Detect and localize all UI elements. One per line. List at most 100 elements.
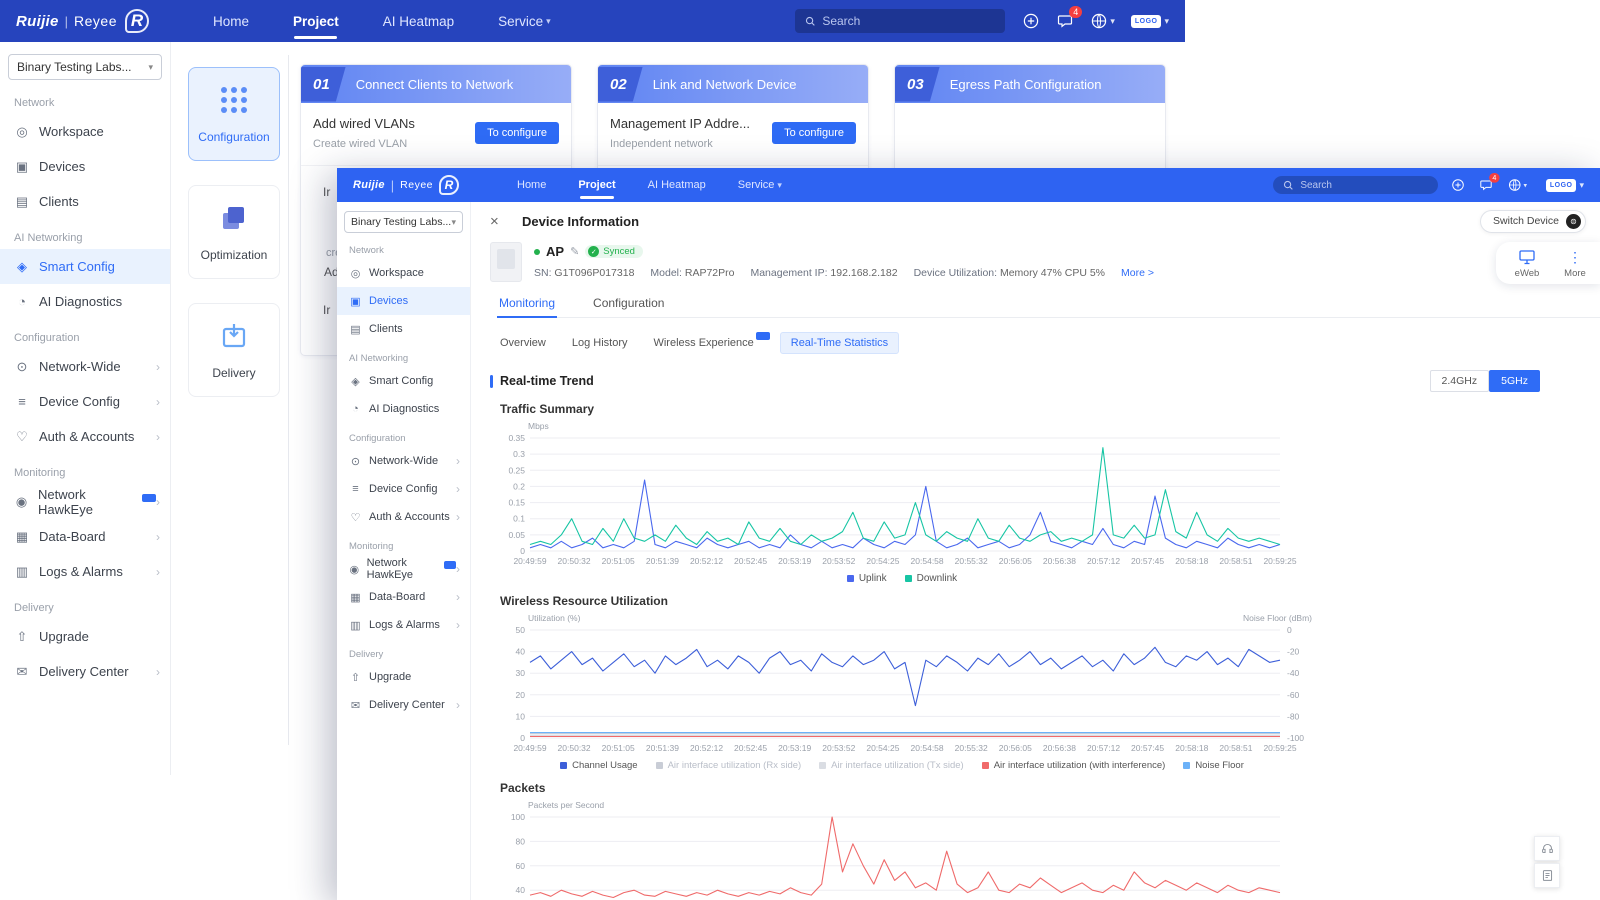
to-configure-button[interactable]: To configure bbox=[475, 122, 559, 144]
stage-configuration[interactable]: Configuration bbox=[188, 67, 280, 161]
sidebar-item-clients[interactable]: ▤ Clients bbox=[0, 184, 170, 219]
add-button[interactable] bbox=[1452, 179, 1465, 192]
sidebar-item-auth-accounts[interactable]: ♡ Auth & Accounts › bbox=[0, 419, 170, 454]
card-number: 02 bbox=[598, 66, 643, 102]
devices-icon: ▣ bbox=[350, 295, 361, 308]
messages-button[interactable]: 4 bbox=[1057, 6, 1083, 29]
subtab-real-time-statistics[interactable]: Real-Time Statistics bbox=[779, 332, 900, 354]
feedback-button[interactable] bbox=[1534, 863, 1560, 888]
sidebar-item-smart-config[interactable]: ◈ Smart Config bbox=[0, 249, 170, 284]
close-icon[interactable]: × bbox=[490, 213, 510, 230]
sidebar-item-workspace[interactable]: ◎ Workspace bbox=[0, 114, 170, 149]
tab-monitoring[interactable]: Monitoring bbox=[497, 292, 558, 318]
sidebar-item-devices[interactable]: ▣ Devices bbox=[0, 149, 170, 184]
sidebar-item-devices[interactable]: ▣ Devices bbox=[337, 287, 470, 315]
nav-item-service[interactable]: Service ▾ bbox=[476, 0, 573, 42]
sidebar-item-network-wide[interactable]: ⊙ Network-Wide › bbox=[337, 447, 470, 475]
legend-air-interface-utilization-with-interference[interactable]: Air interface utilization (with interfer… bbox=[981, 760, 1165, 771]
svg-text:20:53:52: 20:53:52 bbox=[822, 556, 855, 566]
sidebar-item-upgrade[interactable]: ⇧ Upgrade bbox=[0, 619, 170, 654]
sidebar-item-workspace[interactable]: ◎ Workspace bbox=[337, 259, 470, 287]
device-actions-panel: eWeb ⋮ More bbox=[1496, 242, 1600, 284]
sidebar-item-logs-alarms[interactable]: ▥ Logs & Alarms › bbox=[0, 554, 170, 589]
sidebar-item-network-hawkeye[interactable]: ◉ Network HawkEye › bbox=[337, 555, 470, 583]
nav-item-ai-heatmap[interactable]: AI Heatmap bbox=[632, 168, 722, 202]
legend-air-interface-utilization-rx-side[interactable]: Air interface utilization (Rx side) bbox=[655, 760, 801, 771]
legend-downlink[interactable]: Downlink bbox=[904, 573, 957, 584]
edit-icon[interactable]: ✎ bbox=[570, 245, 579, 258]
sidebar-group-label: Monitoring bbox=[349, 541, 394, 552]
search-input[interactable]: Search bbox=[795, 9, 1006, 33]
subtab-wireless-experience[interactable]: Wireless Experience bbox=[653, 332, 770, 349]
more-link[interactable]: More > bbox=[1121, 267, 1154, 279]
wireless-resource-legend: Channel Usage Air interface utilization (… bbox=[492, 760, 1312, 771]
synced-badge: ✓ Synced bbox=[585, 245, 643, 258]
svg-text:40: 40 bbox=[516, 885, 526, 895]
sidebar-item-smart-config[interactable]: ◈ Smart Config bbox=[337, 367, 470, 395]
search-icon bbox=[1284, 180, 1294, 190]
svg-text:20:52:45: 20:52:45 bbox=[734, 743, 767, 753]
chevron-down-icon: ▾ bbox=[1110, 15, 1115, 26]
chevron-down-icon: ▾ bbox=[451, 216, 456, 227]
language-button[interactable]: ▾ bbox=[1509, 179, 1527, 192]
org-selector[interactable]: Binary Testing Labs... ▾ bbox=[344, 211, 463, 233]
eweb-button[interactable]: eWeb bbox=[1512, 249, 1542, 279]
tab-configuration[interactable]: Configuration bbox=[591, 292, 666, 317]
sidebar-item-logs-alarms[interactable]: ▥ Logs & Alarms › bbox=[337, 611, 470, 639]
legend-air-interface-utilization-tx-side[interactable]: Air interface utilization (Tx side) bbox=[819, 760, 964, 771]
chevron-right-icon: › bbox=[456, 618, 460, 632]
stage-delivery[interactable]: Delivery bbox=[188, 303, 280, 397]
nav-item-home[interactable]: Home bbox=[191, 0, 271, 42]
sidebar-item-data-board[interactable]: ▦ Data-Board › bbox=[337, 583, 470, 611]
nav-item-service[interactable]: Service ▾ bbox=[722, 168, 798, 202]
account-avatar[interactable]: LOGO ▾ bbox=[1130, 14, 1169, 28]
sidebar-group-label: Configuration bbox=[14, 332, 80, 344]
clients-icon: ▤ bbox=[15, 193, 29, 209]
add-button[interactable] bbox=[1023, 13, 1039, 29]
smart-config-icon: ◈ bbox=[351, 375, 360, 388]
chevron-down-icon: ▾ bbox=[546, 15, 551, 26]
sidebar-item-ai-diagnostics[interactable]: ◔ AI Diagnostics bbox=[0, 284, 170, 319]
add-circle-icon bbox=[1452, 179, 1465, 191]
band-5ghz[interactable]: 5GHz bbox=[1489, 370, 1540, 392]
support-chat-button[interactable] bbox=[1534, 836, 1560, 861]
search-input[interactable]: Search bbox=[1273, 176, 1439, 194]
svg-text:20:53:52: 20:53:52 bbox=[822, 743, 855, 753]
sidebar-item-device-config[interactable]: ≡ Device Config › bbox=[0, 384, 170, 419]
legend-uplink[interactable]: Uplink bbox=[846, 573, 887, 584]
sidebar-item-data-board[interactable]: ▦ Data-Board › bbox=[0, 519, 170, 554]
sidebar-item-auth-accounts[interactable]: ♡ Auth & Accounts › bbox=[337, 503, 470, 531]
messages-button[interactable]: 4 bbox=[1480, 173, 1500, 192]
nav-item-project[interactable]: Project bbox=[271, 0, 361, 42]
subtab-overview[interactable]: Overview bbox=[500, 337, 546, 349]
sidebar-item-device-config[interactable]: ≡ Device Config › bbox=[337, 475, 470, 503]
sidebar-item-clients[interactable]: ▤ Clients bbox=[337, 315, 470, 343]
stage-optimization[interactable]: Optimization bbox=[188, 185, 280, 279]
to-configure-button[interactable]: To configure bbox=[772, 122, 856, 144]
device-config-icon: ≡ bbox=[18, 394, 26, 409]
band-2-4ghz[interactable]: 2.4GHz bbox=[1429, 370, 1490, 392]
account-avatar[interactable]: LOGO ▾ bbox=[1545, 178, 1584, 192]
card-title: Connect Clients to Network bbox=[355, 76, 514, 92]
sidebar-item-delivery-center[interactable]: ✉ Delivery Center › bbox=[0, 654, 170, 689]
nav-item-project[interactable]: Project bbox=[562, 168, 631, 202]
svg-text:-100: -100 bbox=[1287, 733, 1304, 743]
subtab-log-history[interactable]: Log History bbox=[572, 337, 628, 349]
svg-text:20:50:32: 20:50:32 bbox=[558, 743, 591, 753]
sidebar-item-network-hawkeye[interactable]: ◉ Network HawkEye › bbox=[0, 484, 170, 519]
sidebar-item-upgrade[interactable]: ⇧ Upgrade bbox=[337, 663, 470, 691]
org-selector[interactable]: Binary Testing Labs... ▾ bbox=[8, 54, 162, 80]
language-button[interactable]: ▾ bbox=[1091, 13, 1115, 29]
device-fields: SN: G1T096P017318 Model: RAP72Pro Manageme… bbox=[534, 267, 1154, 279]
nav-item-home[interactable]: Home bbox=[501, 168, 562, 202]
beta-badge bbox=[443, 561, 456, 569]
legend-noise-floor[interactable]: Noise Floor bbox=[1183, 760, 1244, 771]
sidebar-item-network-wide[interactable]: ⊙ Network-Wide › bbox=[0, 349, 170, 384]
nav-item-ai-heatmap[interactable]: AI Heatmap bbox=[361, 0, 476, 42]
sidebar-item-delivery-center[interactable]: ✉ Delivery Center › bbox=[337, 691, 470, 719]
chevron-down-icon: ▾ bbox=[1164, 15, 1169, 26]
legend-channel-usage[interactable]: Channel Usage bbox=[560, 760, 638, 771]
more-button[interactable]: ⋮ More bbox=[1560, 249, 1590, 280]
switch-device-button[interactable]: Switch Device ⊜ bbox=[1480, 209, 1586, 233]
sidebar-item-ai-diagnostics[interactable]: ◔ AI Diagnostics bbox=[337, 395, 470, 423]
